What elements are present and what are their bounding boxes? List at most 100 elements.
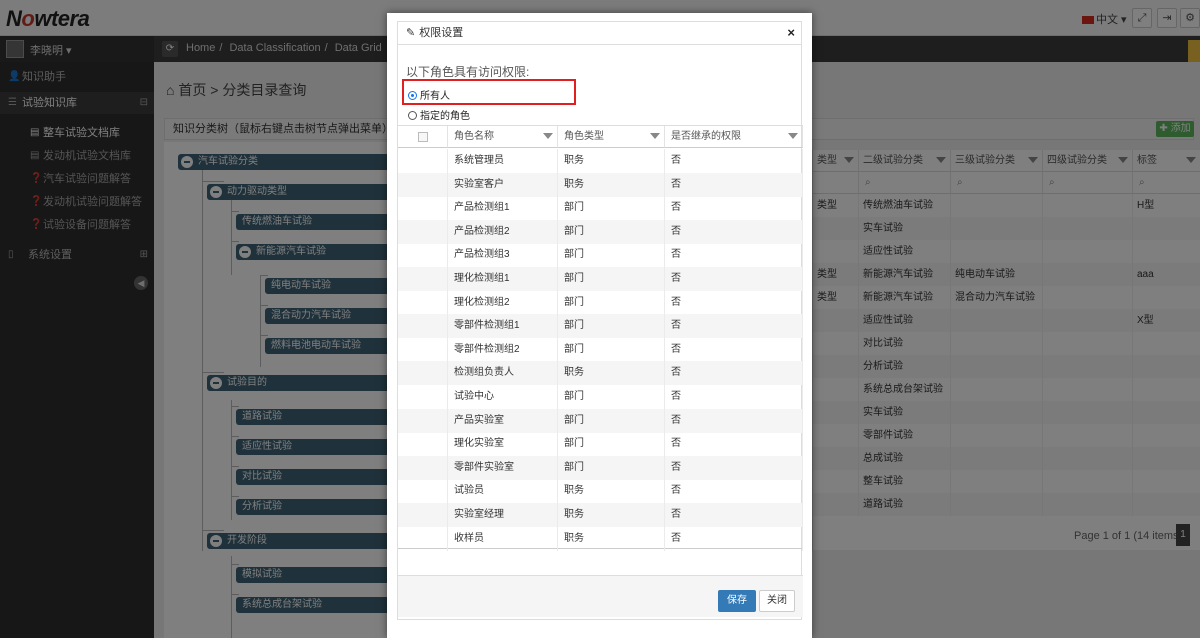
table-cell: 否 [665,408,803,433]
row-select-cell[interactable] [398,455,448,480]
table-cell: 试验员 [448,479,558,504]
table-cell: 职务 [558,479,665,504]
filter-icon[interactable] [788,133,798,139]
table-cell: 否 [665,314,803,339]
column-header-role-type[interactable]: 角色类型 [558,126,665,148]
permission-dialog: ✎ 权限设置 × 以下角色具有访问权限: 所有人 指定的角色 角色名称 角色类型 … [387,13,812,638]
select-all-checkbox[interactable] [418,132,428,142]
table-cell: 否 [665,361,803,386]
table-row[interactable]: 试验员 职务否 [398,479,803,504]
table-cell: 部门 [558,385,665,409]
save-button[interactable]: 保存 [718,590,756,612]
table-row[interactable]: 产品检测组1 部门否 [398,196,803,221]
table-cell: 零部件检测组2 [448,337,558,362]
table-cell: 否 [665,172,803,197]
row-select-cell[interactable] [398,361,448,386]
table-cell: 部门 [558,314,665,339]
table-cell: 否 [665,267,803,291]
dialog-header: ✎ 权限设置 × [397,21,802,45]
table-row[interactable]: 实验室客户 职务否 [398,172,803,197]
table-cell: 系统管理员 [448,149,558,173]
row-select-cell[interactable] [398,219,448,244]
table-cell: 否 [665,385,803,409]
table-cell: 否 [665,196,803,221]
table-cell: 试验中心 [448,385,558,409]
table-row[interactable]: 系统管理员 职务否 [398,149,803,173]
table-row[interactable]: 零部件检测组2 部门否 [398,337,803,362]
table-cell: 零部件检测组1 [448,314,558,339]
close-icon[interactable]: × [787,22,795,44]
table-cell: 否 [665,503,803,527]
row-select-cell[interactable] [398,526,448,551]
table-cell: 部门 [558,267,665,291]
table-cell: 职务 [558,503,665,527]
row-select-cell[interactable] [398,243,448,268]
row-select-cell[interactable] [398,196,448,221]
table-cell: 职务 [558,149,665,173]
table-cell: 理化检测组1 [448,267,558,291]
table-row[interactable]: 产品检测组2 部门否 [398,219,803,244]
table-row[interactable]: 零部件实验室 部门否 [398,455,803,480]
edit-icon: ✎ [406,27,416,39]
table-cell: 产品实验室 [448,408,558,433]
table-cell: 部门 [558,290,665,315]
row-select-cell[interactable] [398,290,448,315]
table-cell: 否 [665,432,803,457]
table-cell: 产品检测组3 [448,243,558,268]
table-cell: 实验室客户 [448,172,558,197]
dialog-title: 权限设置 [419,27,464,39]
row-select-cell[interactable] [398,408,448,433]
table-cell: 否 [665,455,803,480]
table-cell: 检测组负责人 [448,361,558,386]
table-cell: 部门 [558,196,665,221]
table-cell: 零部件实验室 [448,455,558,480]
table-cell: 产品检测组1 [448,196,558,221]
table-cell: 否 [665,243,803,268]
table-cell: 职务 [558,526,665,551]
table-cell: 否 [665,479,803,504]
filter-icon[interactable] [543,133,553,139]
radio-unselected-icon[interactable] [408,111,417,120]
select-all-header[interactable] [398,126,448,148]
row-select-cell[interactable] [398,172,448,197]
table-cell: 收样员 [448,526,558,551]
row-select-cell[interactable] [398,385,448,409]
row-select-cell[interactable] [398,314,448,339]
dialog-body: 以下角色具有访问权限: 所有人 指定的角色 角色名称 角色类型 是否继承的权限 … [397,45,803,620]
table-cell: 部门 [558,219,665,244]
row-select-cell[interactable] [398,337,448,362]
table-cell: 职务 [558,172,665,197]
row-select-cell[interactable] [398,432,448,457]
column-header-inherited[interactable]: 是否继承的权限 [665,126,803,148]
table-row[interactable]: 收样员 职务否 [398,526,803,551]
table-row[interactable]: 零部件检测组1 部门否 [398,314,803,339]
table-cell: 职务 [558,361,665,386]
table-row[interactable]: 产品实验室 部门否 [398,408,803,433]
row-select-cell[interactable] [398,479,448,504]
close-button[interactable]: 关闭 [759,590,795,612]
radio-everyone[interactable]: 所有人 [408,87,450,102]
table-cell: 否 [665,149,803,173]
table-cell: 理化检测组2 [448,290,558,315]
table-cell: 部门 [558,337,665,362]
table-row[interactable]: 理化实验室 部门否 [398,432,803,457]
table-row[interactable]: 实验室经理 职务否 [398,503,803,527]
table-row[interactable]: 理化检测组1 部门否 [398,267,803,291]
table-cell: 部门 [558,455,665,480]
table-row[interactable]: 产品检测组3 部门否 [398,243,803,268]
filter-icon[interactable] [650,133,660,139]
table-cell: 否 [665,337,803,362]
dialog-footer: 保存 关闭 [398,575,803,617]
table-cell: 部门 [558,432,665,457]
column-header-role-name[interactable]: 角色名称 [448,126,558,148]
table-cell: 部门 [558,408,665,433]
table-row[interactable]: 试验中心 部门否 [398,385,803,409]
radio-selected-icon[interactable] [408,91,417,100]
table-row[interactable]: 检测组负责人 职务否 [398,361,803,386]
row-select-cell[interactable] [398,267,448,291]
row-select-cell[interactable] [398,503,448,527]
table-cell: 否 [665,526,803,551]
radio-specified-roles[interactable]: 指定的角色 [408,107,470,122]
row-select-cell[interactable] [398,149,448,173]
table-row[interactable]: 理化检测组2 部门否 [398,290,803,315]
